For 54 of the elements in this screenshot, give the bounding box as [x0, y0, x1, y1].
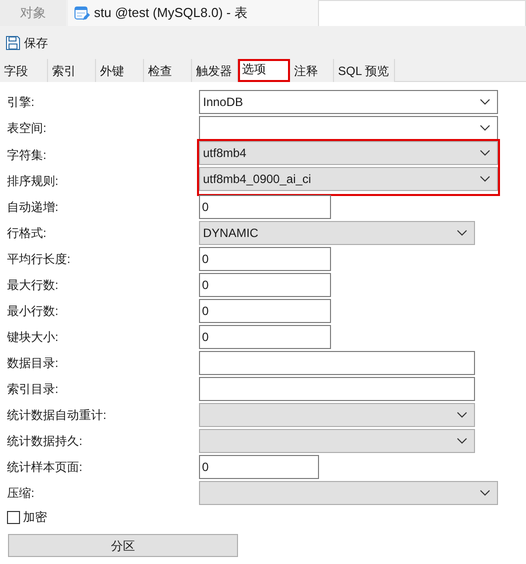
field-label: 统计数据自动重计: [6, 407, 108, 424]
save-button[interactable]: 保存 [4, 32, 49, 54]
field-label: 统计数据持久: [6, 433, 84, 450]
input-field[interactable]: 0 [199, 455, 319, 479]
dropdown-field[interactable]: InnoDB [199, 90, 498, 114]
encrypt-checkbox[interactable]: 加密 [7, 508, 47, 526]
dropdown-field[interactable] [199, 403, 475, 427]
chevron-down-icon [480, 176, 490, 182]
chevron-down-icon [457, 230, 467, 236]
field-label: 键块大小: [6, 329, 60, 346]
tab[interactable]: 注释 [290, 59, 334, 82]
input-field[interactable]: 0 [199, 247, 331, 271]
dropdown-field[interactable] [199, 481, 498, 505]
input-field[interactable]: 0 [199, 273, 331, 297]
partition-button[interactable]: 分区 [8, 534, 238, 557]
field-label: 行格式: [6, 225, 48, 242]
field-label: 索引目录: [6, 381, 60, 398]
chevron-down-icon [480, 490, 490, 496]
input-field[interactable]: 0 [199, 195, 331, 219]
field-label: 最小行数: [6, 303, 60, 320]
tab[interactable]: SQL 预览 [334, 59, 395, 82]
input-field[interactable]: 0 [199, 325, 331, 349]
tab[interactable]: 字段 [0, 59, 48, 82]
dropdown-field[interactable] [199, 429, 475, 453]
chevron-down-icon [480, 150, 490, 156]
input-field[interactable] [199, 377, 475, 401]
tab[interactable]: 检查 [144, 59, 192, 82]
field-label: 压缩: [6, 485, 36, 502]
field-label: 最大行数: [6, 277, 60, 294]
chevron-down-icon [480, 125, 490, 131]
tab[interactable]: 索引 [48, 59, 96, 82]
field-label: 排序规则: [6, 173, 60, 190]
dropdown-field[interactable]: utf8mb4 [199, 141, 498, 165]
save-icon [5, 34, 21, 50]
field-label: 自动递增: [6, 199, 60, 216]
input-field[interactable] [199, 351, 475, 375]
chevron-down-icon [457, 438, 467, 444]
field-label: 字符集: [6, 147, 48, 164]
field-label: 表空间: [6, 120, 48, 137]
input-field[interactable]: 0 [199, 299, 331, 323]
table-edit-icon [74, 5, 90, 21]
field-label: 平均行长度: [6, 251, 72, 268]
tab[interactable]: 外键 [96, 59, 144, 82]
tab[interactable]: 选项 [238, 59, 290, 82]
tab[interactable]: 触发器 [192, 59, 238, 82]
dropdown-field[interactable]: utf8mb4_0900_ai_ci [199, 167, 498, 191]
field-label: 数据目录: [6, 355, 60, 372]
dropdown-field[interactable] [199, 116, 498, 140]
field-label: 引擎: [6, 94, 36, 111]
document-tab[interactable]: stu @test (MySQL8.0) - 表 [68, 0, 318, 26]
dropdown-field[interactable]: DYNAMIC [199, 221, 475, 245]
chevron-down-icon [480, 99, 490, 105]
field-label: 统计样本页面: [6, 459, 84, 476]
chevron-down-icon [457, 412, 467, 418]
